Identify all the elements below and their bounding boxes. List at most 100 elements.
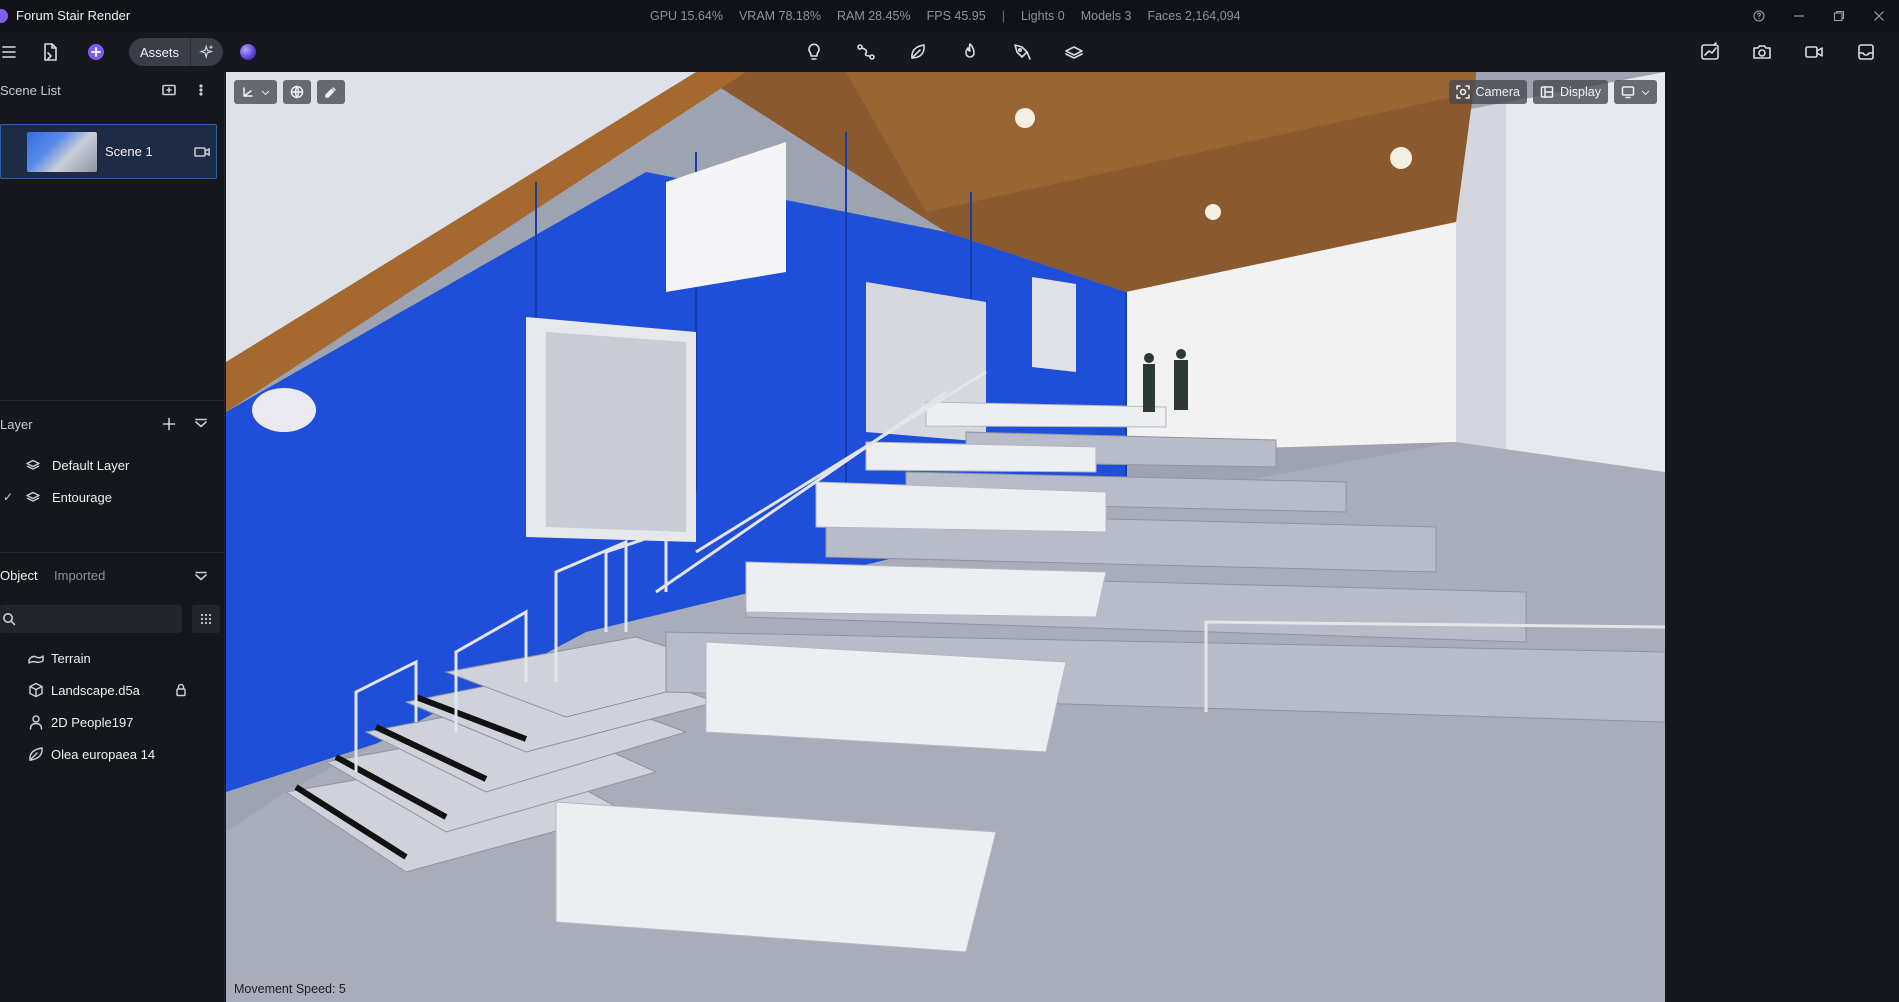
leaf-icon [28,746,44,762]
path-icon [857,44,875,60]
checkmark-icon: ✓ [3,490,14,504]
scene-options-button[interactable] [192,81,210,99]
eyedropper-icon [325,87,336,98]
viewport-view-tools: Camera Display [1448,80,1657,104]
panel-divider [0,400,225,401]
hamburger-menu-icon [2,46,16,58]
chevron-down-icon [195,571,207,581]
stats-separator: | [1001,9,1005,23]
eyedropper-button[interactable] [317,80,345,104]
chart-icon [1701,42,1719,60]
ai-plus-icon [88,44,104,60]
enhance-button[interactable] [1698,40,1722,64]
render-viewport[interactable]: Camera Display Movement Speed: 5 [226,72,1665,1002]
chevron-down-icon [195,418,207,428]
object-item-olea[interactable]: Olea europaea 14 [0,739,225,769]
layer-icon [26,458,40,472]
object-collapse-button[interactable] [192,568,210,586]
fps-stat: FPS 45.95 [926,9,986,23]
ai-assets-button[interactable] [191,44,223,60]
view-mode-button[interactable] [1614,80,1657,104]
grid-view-button[interactable] [192,605,220,633]
panel-divider [0,552,225,553]
chevron-down-icon [261,90,270,95]
import-file-button[interactable] [38,40,62,64]
search-icon [2,612,16,626]
gizmo-mode-button[interactable] [234,80,277,104]
display-button[interactable]: Display [1533,80,1608,104]
light-bulb-icon [808,43,820,60]
layer-item-entourage[interactable]: ✓ Entourage [0,482,225,512]
globe-icon [290,85,304,99]
add-scene-button[interactable] [160,81,178,99]
terrain-icon [28,650,44,666]
layer-item-default[interactable]: Default Layer [0,450,225,480]
tab-object[interactable]: Object [0,568,38,583]
faces-stat: Faces 2,164,094 [1147,9,1241,23]
leaf-icon [911,44,925,59]
vegetation-tool-button[interactable] [906,40,930,64]
object-tabs: Object Imported [0,564,225,590]
assets-button[interactable]: Assets [129,38,191,66]
photo-camera-icon [1753,45,1771,59]
layer-name: Default Layer [52,457,130,473]
object-item-landscape[interactable]: Landscape.d5a [0,675,225,705]
layers-icon [1065,46,1083,59]
world-space-button[interactable] [283,80,311,104]
image-render-button[interactable] [1750,40,1774,64]
camera-focus-icon [1455,85,1470,99]
right-empty-panel [1665,72,1899,1002]
minimize-button[interactable] [1779,0,1819,32]
display-icon [1540,86,1554,98]
gpu-stat: GPU 15.64% [650,9,723,23]
inbox-icon [1858,44,1874,60]
help-icon [1753,10,1765,22]
close-icon [1874,11,1884,21]
effects-tool-button[interactable] [958,40,982,64]
output-tray-button[interactable] [1854,40,1878,64]
pen-tool-icon [1014,44,1031,60]
draw-tool-button[interactable] [1010,40,1034,64]
scene-camera-button[interactable] [194,144,210,160]
lock-icon[interactable] [174,683,188,697]
tab-imported[interactable]: Imported [54,568,105,583]
restore-icon [1833,10,1845,22]
window-controls [1739,0,1899,32]
title-bar: Forum Stair Render GPU 15.64% VRAM 78.18… [0,0,1899,32]
file-import-icon [44,43,57,61]
person-icon [28,714,44,730]
object-search [0,605,182,633]
close-button[interactable] [1859,0,1899,32]
camera-label: Camera [1475,85,1520,99]
object-name: Landscape.d5a [51,682,140,698]
light-tool-button[interactable] [802,40,826,64]
scene-list-header: Scene List [0,74,225,106]
menu-button[interactable] [0,40,22,64]
object-item-terrain[interactable]: Terrain [0,643,225,673]
performance-stats: GPU 15.64% VRAM 78.18% RAM 28.45% FPS 45… [650,9,1241,23]
render-orb-button[interactable] [240,44,256,60]
scene-item[interactable]: Scene 1 [0,124,217,179]
video-render-button[interactable] [1802,40,1826,64]
ram-stat: RAM 28.45% [836,9,911,23]
search-input[interactable] [22,609,172,629]
terrain-tool-button[interactable] [1062,40,1086,64]
restore-button[interactable] [1819,0,1859,32]
help-button[interactable] [1739,0,1779,32]
models-stat: Models 3 [1080,9,1132,23]
layer-name: Entourage [52,489,112,505]
axis-gizmo-icon [243,87,253,97]
layer-collapse-button[interactable] [192,415,210,433]
ai-feature-button[interactable] [84,40,108,64]
camera-button[interactable]: Camera [1448,80,1527,104]
app-title: Forum Stair Render [16,8,131,23]
scene-thumbnail [27,132,97,172]
display-label: Display [1560,85,1601,99]
path-tool-button[interactable] [854,40,878,64]
add-layer-button[interactable] [160,415,178,433]
minimize-icon [1794,15,1804,17]
main-toolbar: Assets [0,32,1899,72]
cube-icon [28,682,44,698]
object-item-people[interactable]: 2D People197 [0,707,225,737]
object-name: Olea europaea 14 [51,746,156,762]
